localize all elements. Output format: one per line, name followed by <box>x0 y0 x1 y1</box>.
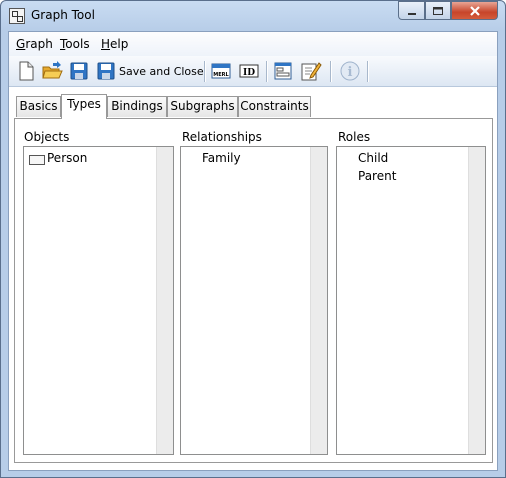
tab-basics[interactable]: Basics <box>16 96 61 117</box>
maximize-button[interactable] <box>425 1 451 20</box>
save-and-close-button[interactable] <box>95 60 117 82</box>
menu-graph-accelerator: G <box>16 37 26 51</box>
menu-help-accelerator: H <box>101 37 111 51</box>
menu-tools-label: ools <box>65 37 90 51</box>
tab-constraints[interactable]: Constraints <box>238 96 311 117</box>
menu-tools[interactable]: Tools <box>60 37 90 51</box>
svg-text:i: i <box>348 65 353 80</box>
roles-scrollbar[interactable] <box>468 147 485 454</box>
tab-strip: Basics Types Bindings Subgraphs Constrai… <box>9 94 497 119</box>
edit-button[interactable] <box>300 60 322 82</box>
list-item-label: Person <box>47 151 88 165</box>
graph-tool-window: Graph Tool Graph Tools Help Save and Clo… <box>0 0 506 478</box>
graph-app-icon[interactable] <box>9 8 25 24</box>
toolbar-separator <box>266 61 268 82</box>
save-icon <box>70 62 88 80</box>
tab-subgraphs-label: Subgraphs <box>170 99 235 113</box>
open-folder-icon <box>42 61 63 79</box>
object-type-icon <box>29 155 45 165</box>
close-icon <box>469 6 480 16</box>
tab-bindings-label: Bindings <box>111 99 163 113</box>
minimize-button[interactable] <box>398 1 425 20</box>
list-item[interactable]: Person <box>26 150 156 166</box>
new-document-button[interactable] <box>15 60 37 82</box>
toolbar-separator <box>204 61 206 82</box>
window-title: Graph Tool <box>31 8 95 22</box>
minimize-icon <box>407 13 416 15</box>
list-item[interactable]: Parent <box>358 169 396 183</box>
new-document-icon <box>19 61 34 81</box>
edit-icon <box>301 62 322 81</box>
tab-bindings[interactable]: Bindings <box>107 96 167 117</box>
save-button[interactable] <box>68 60 90 82</box>
menu-graph[interactable]: Graph <box>16 37 53 51</box>
merl-icon: MERL <box>211 63 231 79</box>
menu-help[interactable]: Help <box>101 37 128 51</box>
client-area: Graph Tools Help Save and Close MERL ID … <box>8 31 498 471</box>
open-button[interactable] <box>41 60 63 82</box>
save-and-close-label[interactable]: Save and Close <box>119 65 204 78</box>
objects-list[interactable]: Person <box>23 146 174 455</box>
tab-types-label: Types <box>67 97 101 111</box>
info-icon: i <box>340 61 360 81</box>
toolbar: Save and Close MERL ID i <box>9 56 497 87</box>
relationships-label: Relationships <box>182 130 262 144</box>
form-button[interactable] <box>272 60 294 82</box>
objects-label: Objects <box>24 130 70 144</box>
roles-label: Roles <box>338 130 371 144</box>
list-item[interactable]: Family <box>202 151 241 165</box>
svg-text:MERL: MERL <box>213 72 229 78</box>
maximize-icon <box>433 7 443 15</box>
toolbar-separator <box>330 61 332 82</box>
title-bar[interactable]: Graph Tool <box>1 1 505 31</box>
tab-types[interactable]: Types <box>61 94 107 119</box>
save-and-close-icon <box>97 62 115 80</box>
svg-text:ID: ID <box>243 68 255 78</box>
roles-list[interactable]: Child Parent <box>336 146 486 455</box>
relationships-scrollbar[interactable] <box>310 147 327 454</box>
menu-graph-label: raph <box>25 37 53 51</box>
id-icon: ID <box>239 64 259 78</box>
close-button[interactable] <box>451 1 498 20</box>
menu-help-label: elp <box>110 37 129 51</box>
form-icon <box>274 62 292 80</box>
info-button[interactable]: i <box>339 60 361 82</box>
merl-button[interactable]: MERL <box>210 60 232 82</box>
toolbar-separator <box>367 61 369 82</box>
relationships-list[interactable]: Family <box>180 146 328 455</box>
menu-bar: Graph Tools Help <box>9 32 497 56</box>
tab-constraints-label: Constraints <box>240 99 309 113</box>
id-button[interactable]: ID <box>238 60 260 82</box>
tab-basics-label: Basics <box>19 99 58 113</box>
list-item[interactable]: Child <box>358 151 388 165</box>
objects-scrollbar[interactable] <box>156 147 173 454</box>
tab-subgraphs[interactable]: Subgraphs <box>167 96 238 117</box>
